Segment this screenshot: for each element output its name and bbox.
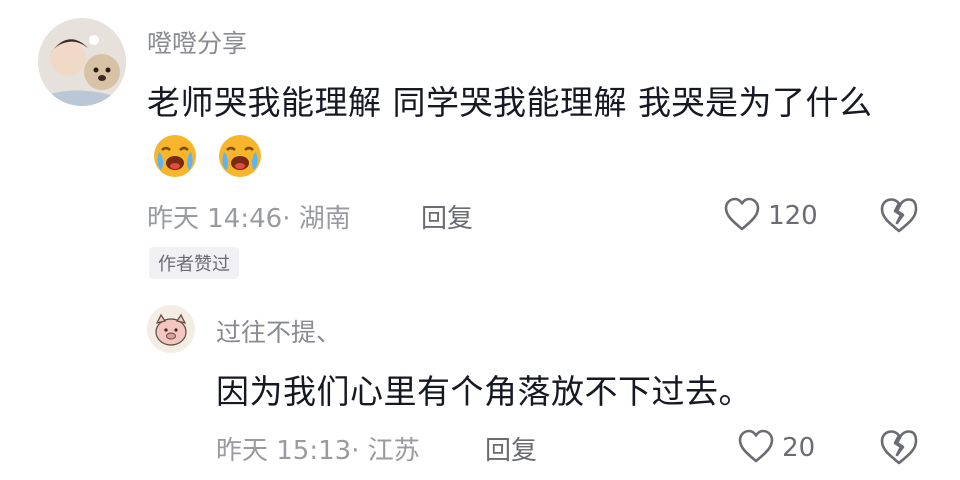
reply-text: 因为我们心里有个角落放不下过去。 xyxy=(216,372,752,411)
reply-like-count: 20 xyxy=(782,433,816,463)
broken-heart-icon xyxy=(879,198,919,238)
crying-face-emoji xyxy=(149,130,201,182)
meta-separator: · xyxy=(282,204,299,234)
reply-time: 昨天 15:13 xyxy=(216,436,352,466)
reply-meta: 昨天 15:13· 江苏 xyxy=(216,430,420,467)
heart-outline-icon xyxy=(737,428,775,468)
reply-button[interactable]: 回复 xyxy=(421,198,473,235)
reply-reply-button[interactable]: 回复 xyxy=(485,430,537,467)
reply-user-avatar[interactable] xyxy=(147,305,195,353)
reply-location: 江苏 xyxy=(367,436,420,466)
reply-like-button[interactable]: 20 xyxy=(737,428,815,468)
dislike-button[interactable] xyxy=(879,196,919,238)
broken-heart-icon xyxy=(879,430,919,470)
meta-separator: · xyxy=(351,436,368,466)
comment-meta: 昨天 14:46· 湖南 xyxy=(147,198,351,235)
author-liked-badge: 作者赞过 xyxy=(149,247,239,279)
crying-face-emoji xyxy=(214,130,266,182)
emoji-row xyxy=(149,130,266,186)
reply-author-name[interactable]: 过往不提、 xyxy=(216,313,341,349)
like-button[interactable]: 120 xyxy=(723,196,818,236)
comment-text: 老师哭我能理解 同学哭我能理解 我哭是为了什么 xyxy=(147,83,873,122)
like-count: 120 xyxy=(768,201,818,231)
user-avatar[interactable] xyxy=(38,18,126,106)
comment-location: 湖南 xyxy=(298,204,351,234)
comment-time: 昨天 14:46 xyxy=(147,204,283,234)
heart-outline-icon xyxy=(723,196,761,236)
comment-author-name[interactable]: 噔噔分享 xyxy=(147,24,247,60)
reply-dislike-button[interactable] xyxy=(879,428,919,470)
